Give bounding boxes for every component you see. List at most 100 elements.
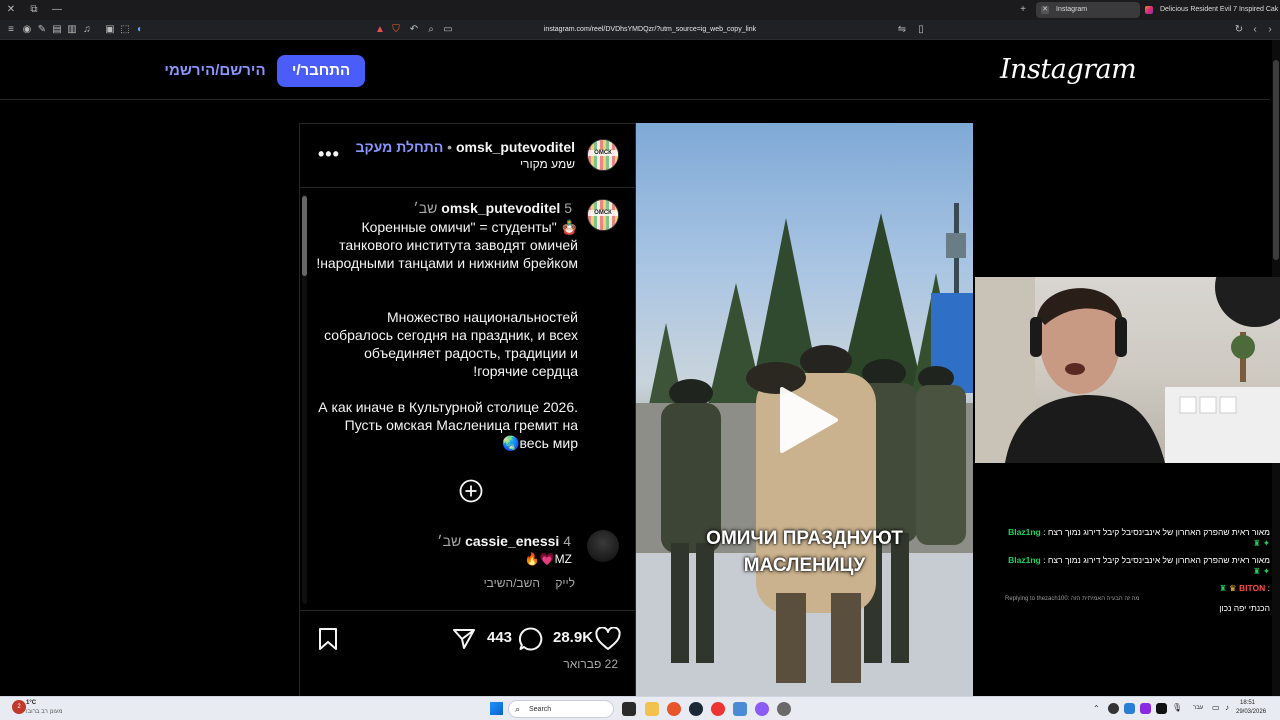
login-button[interactable]: התחבר/י (277, 55, 365, 87)
file-explorer-icon[interactable] (645, 702, 659, 716)
language-indicator[interactable]: עבר (1193, 705, 1203, 711)
badge-icon: ♜ (1218, 583, 1227, 593)
volume-icon[interactable]: ♪ (1225, 703, 1229, 712)
task-view-icon[interactable] (622, 702, 636, 716)
clock-date[interactable]: 29/03/2026 (1236, 709, 1266, 715)
page-scrollbar-thumb[interactable] (1273, 60, 1279, 260)
comment-header: cassie_enessi 4 שב׳ (335, 533, 575, 549)
post-actions-bar: 443 28.9K 22 פברואר (300, 610, 635, 698)
comment-actions: לייק השב/השיבי (375, 576, 575, 590)
menu-icon[interactable]: ≡ (4, 23, 18, 37)
browser-tab-bar: ✕ ⧉ — + ✕ Instagram Delicious Resident E… (0, 0, 1280, 20)
tray-app-icon[interactable] (1156, 703, 1167, 714)
reload-icon[interactable]: ↻ (1232, 23, 1246, 37)
minimize-window-icon[interactable]: — (50, 3, 64, 17)
comments-scrollbar-thumb[interactable] (302, 196, 307, 276)
audio-icon[interactable]: ◐ (133, 23, 147, 37)
post-date: 22 פברואר (563, 657, 618, 671)
taskbar-search[interactable]: Search (508, 700, 614, 718)
comment-icon[interactable] (518, 626, 544, 652)
webcam-overlay (975, 277, 1280, 463)
address-bar[interactable]: instagram.com/reel/DVDhsYMDQzr/?utm_sour… (370, 22, 930, 38)
chat-username[interactable]: BITON (1239, 583, 1265, 593)
reel-video[interactable]: ОМИЧИ ПРАЗДНУЮТ МАСЛЕНИЦУ (636, 123, 973, 698)
weather-temp: 1°C (26, 700, 37, 706)
back-icon[interactable]: ‹ (1248, 23, 1262, 37)
comment-count: 443 (487, 629, 513, 646)
commenter-avatar[interactable] (587, 530, 619, 562)
instagram-favicon-icon (1145, 6, 1153, 14)
network-icon[interactable]: ▭ (1212, 703, 1220, 712)
badge-icon: ✦ (1262, 538, 1270, 548)
video-overlay-line-2: МАСЛЕНИЦУ (743, 555, 866, 576)
close-window-icon[interactable]: ✕ (4, 3, 18, 17)
weather-desc: מעונן רב ברובו (26, 709, 63, 715)
start-windows-icon[interactable] (490, 702, 503, 715)
chat-username[interactable]: Blaz1ng (1008, 555, 1041, 565)
follow-button[interactable]: התחלת מעקב (356, 139, 444, 155)
discord-icon[interactable] (755, 702, 769, 716)
clock-time[interactable]: 18:51 (1240, 700, 1255, 706)
tray-chevron-icon[interactable]: ⌃ (1093, 704, 1100, 713)
instagram-header: Instagram התחבר/י הירשם/הירשמי (0, 40, 1270, 100)
tab-title: Instagram (1056, 6, 1088, 13)
tab-instagram[interactable]: ✕ Instagram (1036, 2, 1140, 18)
tab-title: Delicious Resident Evil 7 Inspired Cak (1160, 6, 1279, 13)
new-tab-icon[interactable]: + (1016, 3, 1030, 17)
caption-paragraph-2: Множество национальностей собралось сего… (324, 309, 578, 379)
commenter-username[interactable]: cassie_enessi (465, 533, 559, 549)
badge-icon: ♜ (1252, 566, 1261, 576)
search-icon: ⌕ (515, 704, 521, 714)
brave-browser-icon[interactable] (667, 702, 681, 716)
chat-message: מאור ראית שהפרק האחרון של אינבינסיבל קיב… (1008, 527, 1270, 548)
caption-paragraph-3: А как иначе в Культурной столице 2026. П… (318, 399, 578, 451)
app-icon[interactable] (733, 702, 747, 716)
extensions-icon[interactable]: ✎ (35, 23, 49, 37)
badge-icon: ♜ (1252, 538, 1261, 548)
settings-gear-icon[interactable] (777, 702, 791, 716)
sidebar-icon[interactable]: ▥ (65, 23, 79, 37)
chat-message: : BITON ♛ ♜ (1218, 583, 1270, 593)
caption-avatar[interactable]: ОМСК (587, 199, 619, 231)
audio-label[interactable]: שמע מקורי (375, 157, 575, 171)
tray-app-icon[interactable] (1124, 703, 1135, 714)
chat-message: מאור ראית שהפרק האחרון של אינבינסיבל קיב… (1008, 555, 1270, 576)
play-icon[interactable] (776, 385, 840, 455)
windows-taskbar: 2 1°C מעונן רב ברובו Search ⌕ ⌃ 🎙 עבר ▭ … (0, 696, 1280, 720)
tray-app-icon[interactable] (1140, 703, 1151, 714)
chrome-icon[interactable] (711, 702, 725, 716)
chat-text: הכנתי יפה נכון (1219, 603, 1270, 613)
tab-close-icon[interactable]: ✕ (1041, 6, 1049, 14)
like-count: 28.9K (553, 629, 594, 646)
tabs-icon[interactable]: ▤ (50, 23, 64, 37)
chat-text: מאור ראית שהפרק האחרון של אינבינסיבל קיב… (1047, 527, 1270, 537)
comment-reply-link[interactable]: השב/השיבי (484, 576, 540, 590)
signup-link[interactable]: הירשם/הירשמי (160, 55, 270, 87)
screenshot-icon[interactable]: ▣ (103, 23, 117, 37)
weather-icon[interactable]: 2 (12, 700, 26, 714)
caption-username[interactable]: omsk_putevoditel (441, 200, 560, 216)
instagram-logo[interactable]: Instagram (1000, 54, 1137, 85)
tray-app-icon[interactable] (1108, 703, 1119, 714)
restore-window-icon[interactable]: ⧉ (27, 3, 41, 17)
puzzle-icon[interactable]: ⬚ (118, 23, 132, 37)
shield-icon[interactable]: ◉ (20, 23, 34, 37)
tab-cake[interactable]: Delicious Resident Evil 7 Inspired Cak (1140, 2, 1280, 18)
like-heart-icon[interactable] (595, 627, 621, 651)
post-header-line: omsk_putevoditel • התחלת מעקב (355, 139, 576, 155)
badge-icon: ✦ (1262, 566, 1270, 576)
save-bookmark-icon[interactable] (317, 627, 339, 651)
microphone-icon[interactable]: 🎙 (1172, 703, 1182, 712)
comment-like-link[interactable]: לייק (555, 576, 575, 590)
music-icon[interactable]: ♫ (80, 23, 94, 37)
caption-paragraph-1: Коренные омичи" = студенты" 🪆 танкового … (316, 219, 578, 271)
more-options-icon[interactable]: ••• (318, 144, 340, 165)
share-icon[interactable] (452, 627, 476, 651)
chat-username[interactable]: Blaz1ng (1008, 527, 1041, 537)
steam-icon[interactable] (689, 702, 703, 716)
author-avatar[interactable]: ОМСК (587, 139, 619, 171)
load-more-comments-icon[interactable] (459, 479, 483, 503)
author-username[interactable]: omsk_putevoditel (456, 139, 575, 155)
forward-icon[interactable]: › (1263, 23, 1277, 37)
video-overlay-line-1: ОМИЧИ ПРАЗДНУЮТ (706, 528, 903, 549)
